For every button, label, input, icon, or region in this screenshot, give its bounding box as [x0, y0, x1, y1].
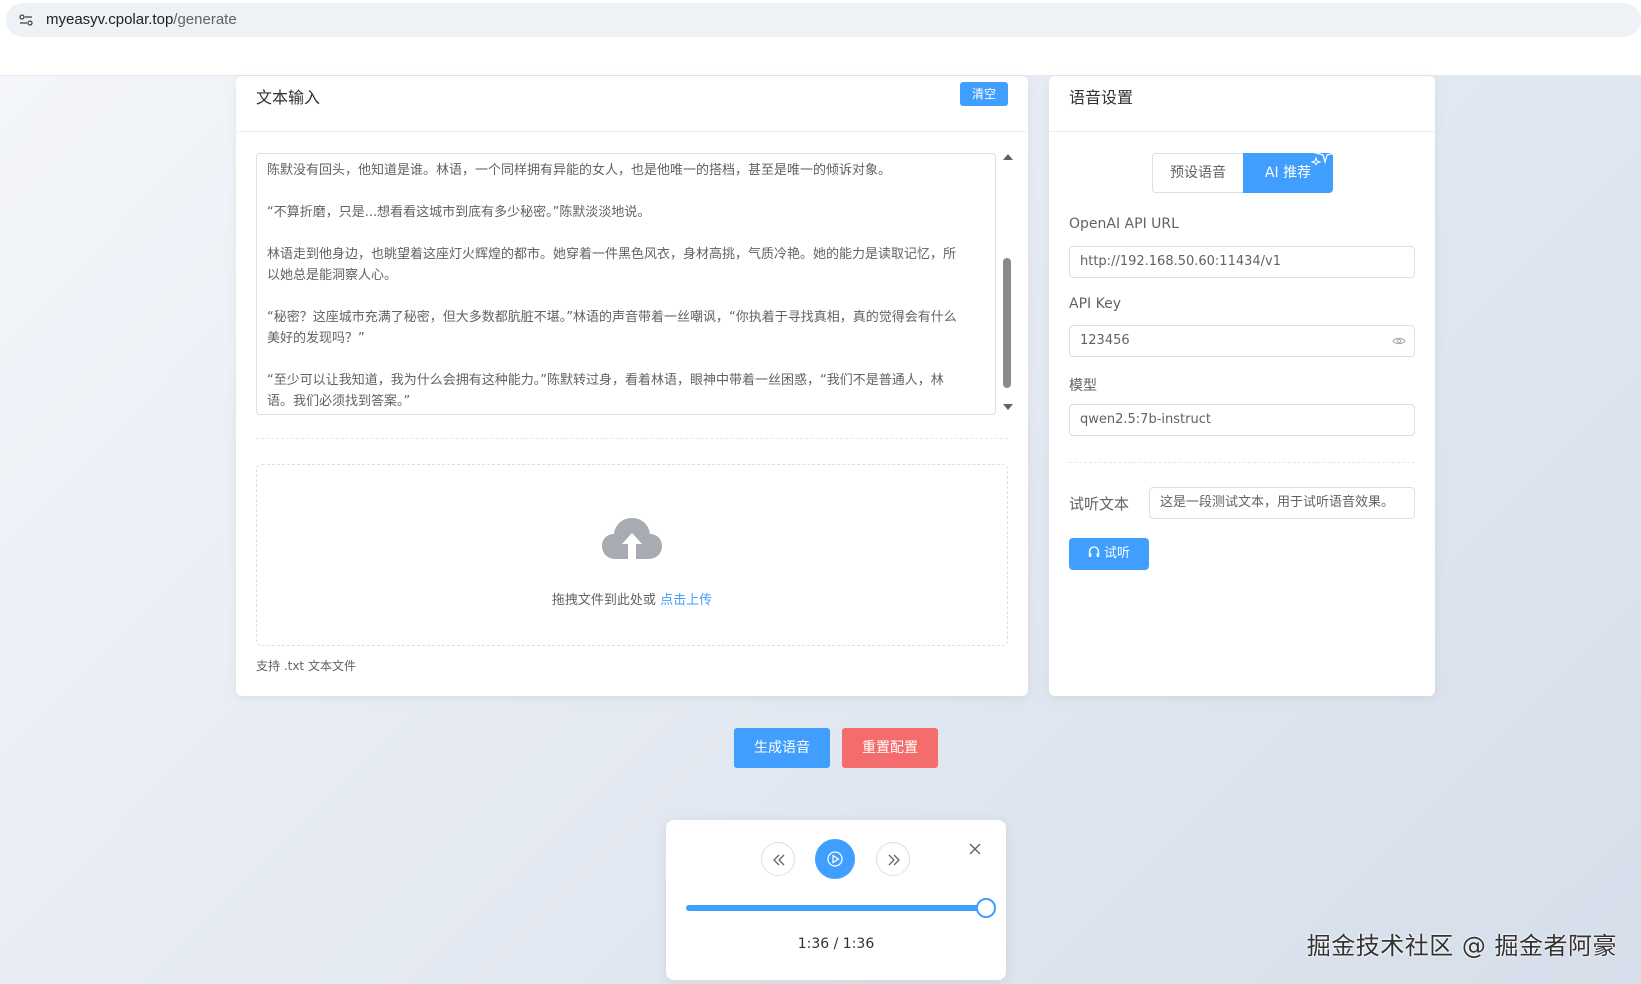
site-settings-icon[interactable]: [19, 14, 33, 26]
upload-prompt: 拖拽文件到此处或: [551, 593, 661, 608]
tab-ai-label: AI 推荐: [1264, 165, 1312, 181]
listen-label: 试听: [1103, 546, 1130, 561]
reset-config-button[interactable]: 重置配置: [842, 728, 938, 768]
tab-ai-recommend[interactable]: AI 推荐: [1243, 143, 1337, 193]
text-paragraph: “至少可以让我知道，我为什么会拥有这种能力。”陈默转过身，看着林语，眼神中带着一…: [267, 373, 944, 409]
text-input-textarea[interactable]: 陈默没有回头，他知道是谁。林语，一个同样拥有异能的女人，也是他唯一的搭档，甚至是…: [256, 153, 996, 415]
address-bar[interactable]: myeasyv.cpolar.top/generate: [6, 3, 1641, 37]
scroll-down-arrow-icon[interactable]: [1003, 404, 1013, 410]
api-key-label: API Key: [1069, 296, 1121, 312]
text-input-title: 文本输入: [256, 88, 321, 107]
voice-mode-tabs: 预设语音 AI 推荐: [1152, 143, 1337, 193]
divider: [1069, 462, 1415, 463]
upload-tip: 支持 .txt 文本文件: [256, 659, 356, 673]
play-icon: [827, 851, 843, 867]
model-input[interactable]: qwen2.5:7b-instruct: [1069, 404, 1415, 436]
textarea-scrollbar[interactable]: [1000, 150, 1014, 414]
progress-handle[interactable]: [976, 898, 996, 918]
divider: [256, 438, 1008, 439]
clear-button[interactable]: 清空: [960, 82, 1008, 106]
listen-button[interactable]: 试听: [1069, 538, 1149, 570]
forward-button[interactable]: [876, 842, 910, 876]
scroll-up-arrow-icon[interactable]: [1003, 154, 1013, 160]
audio-player: 1:36 / 1:36: [666, 820, 1006, 980]
sparkle-icon: [1311, 143, 1337, 165]
voice-settings-header: 语音设置: [1049, 76, 1435, 132]
preview-text-label: 试听文本: [1069, 495, 1130, 513]
text-paragraph: 林语走到他身边，也眺望着这座灯火辉煌的都市。她穿着一件黑色风衣，身材高挑，气质冷…: [267, 247, 957, 283]
browser-bar: myeasyv.cpolar.top/generate: [0, 0, 1641, 76]
voice-settings-card: 语音设置 预设语音 AI 推荐 OpenAI API URL http://19…: [1049, 76, 1435, 696]
upload-text: 拖拽文件到此处或 点击上传: [257, 589, 1007, 608]
model-label: 模型: [1069, 378, 1097, 394]
url-path: /generate: [173, 11, 237, 28]
url-text[interactable]: myeasyv.cpolar.top/generate: [46, 11, 237, 28]
progress-fill: [686, 905, 986, 911]
scroll-thumb[interactable]: [1003, 258, 1011, 388]
tab-preset-voice[interactable]: 预设语音: [1153, 154, 1243, 192]
playback-time: 1:36 / 1:36: [797, 936, 875, 952]
eye-icon[interactable]: [1392, 336, 1406, 346]
api-key-value: 123456: [1080, 333, 1130, 348]
watermark: 掘金技术社区 @ 掘金者阿豪: [1306, 932, 1617, 960]
generate-speech-button[interactable]: 生成语音: [734, 728, 830, 768]
api-url-input[interactable]: http://192.168.50.60:11434/v1: [1069, 246, 1415, 278]
rewind-button[interactable]: [761, 842, 795, 876]
close-icon[interactable]: [969, 843, 981, 855]
preview-text-input[interactable]: 这是一段测试文本，用于试听语音效果。: [1149, 487, 1415, 519]
text-paragraph: 陈默没有回头，他知道是谁。林语，一个同样拥有异能的女人，也是他唯一的搭档，甚至是…: [267, 163, 892, 178]
text-input-header: 文本输入 清空: [236, 76, 1028, 132]
headphone-icon: [1088, 546, 1100, 557]
api-url-label: OpenAI API URL: [1069, 216, 1179, 232]
upload-dropzone[interactable]: 拖拽文件到此处或 点击上传: [256, 464, 1008, 646]
cloud-upload-icon: [602, 518, 662, 559]
api-key-input[interactable]: 123456: [1069, 325, 1415, 357]
text-paragraph: “秘密？这座城市充满了秘密，但大多数都肮脏不堪。”林语的声音带着一丝嘲讽，“你执…: [267, 310, 957, 346]
text-input-card: 文本输入 清空 陈默没有回头，他知道是谁。林语，一个同样拥有异能的女人，也是他唯…: [236, 76, 1028, 696]
double-chevron-right-icon: [888, 854, 900, 866]
text-paragraph: “不算折磨，只是...想看看这城市到底有多少秘密。”陈默淡淡地说。: [267, 205, 651, 220]
click-upload-link[interactable]: 点击上传: [660, 593, 712, 608]
voice-settings-title: 语音设置: [1069, 88, 1134, 107]
play-button[interactable]: [815, 839, 855, 879]
double-chevron-left-icon: [773, 854, 785, 866]
url-domain: myeasyv.cpolar.top: [46, 11, 174, 28]
progress-slider[interactable]: [686, 898, 996, 918]
